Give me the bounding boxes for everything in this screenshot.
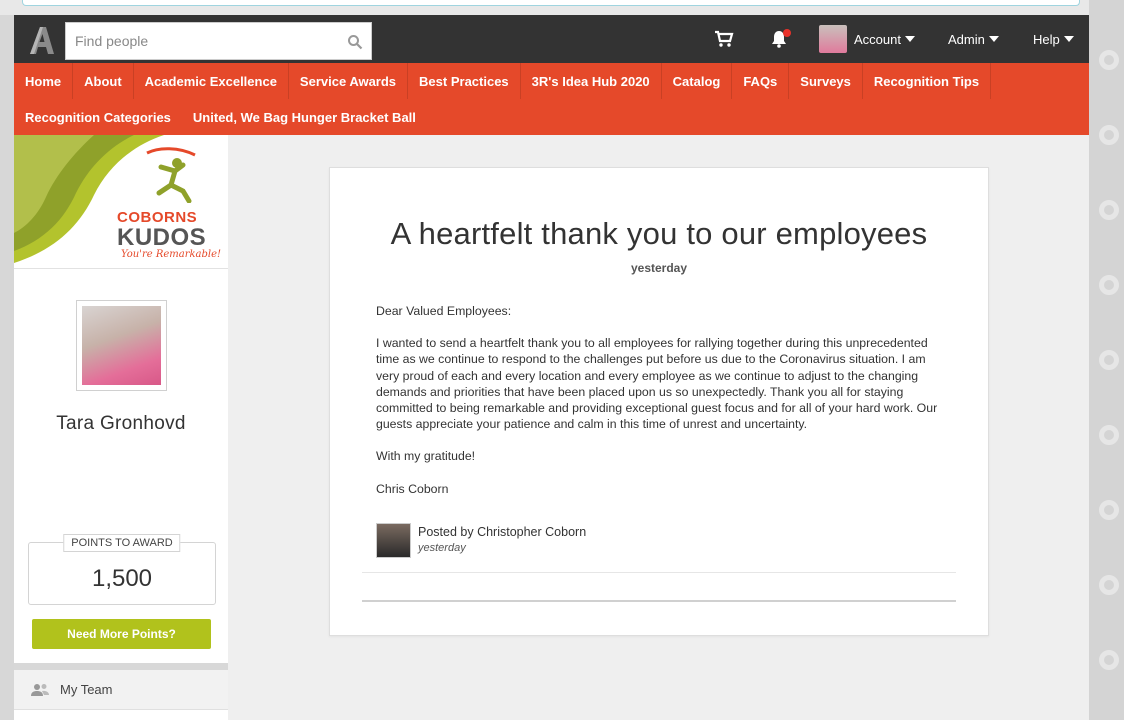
post-date: yesterday (630, 261, 688, 275)
main-nav: Home About Academic Excellence Service A… (14, 63, 1089, 135)
nav-item-recognition-categories[interactable]: Recognition Categories (14, 99, 182, 135)
search-input[interactable] (66, 23, 336, 59)
app-logo-icon[interactable] (28, 25, 56, 55)
post-greeting: Dear Valued Employees: (376, 304, 512, 318)
nav-item-idea-hub[interactable]: 3R's Idea Hub 2020 (521, 63, 662, 99)
need-more-points-button[interactable]: Need More Points? (32, 619, 211, 649)
chevron-down-icon (988, 36, 999, 42)
runner-icon (146, 147, 196, 203)
sidebar-item-my-team[interactable]: My Team (14, 670, 228, 710)
search-icon[interactable] (347, 34, 363, 50)
nav-item-home[interactable]: Home (14, 63, 74, 99)
nav-item-academic-excellence[interactable]: Academic Excellence (134, 63, 289, 99)
avatar (819, 25, 847, 53)
divider (362, 572, 956, 573)
author-date: yesterday (418, 542, 466, 554)
notifications-button[interactable] (770, 15, 796, 63)
brand-logo[interactable]: COBORNS KUDOS You're Remarkable! (14, 135, 228, 269)
post-author: Posted by Christopher Coborn yesterday (376, 523, 586, 558)
nav-item-faqs[interactable]: FAQs (732, 63, 790, 99)
brand-tagline: You're Remarkable! (121, 249, 222, 260)
nav-item-surveys[interactable]: Surveys (789, 63, 863, 99)
author-name: Posted by Christopher Coborn (418, 525, 587, 539)
chevron-down-icon (1063, 36, 1074, 42)
search-box (65, 22, 372, 60)
top-header: Account Admin Help (14, 15, 1089, 63)
top-banner-edge (0, 0, 1089, 15)
profile-photo[interactable] (76, 300, 167, 391)
profile-name[interactable]: Tara Gronhovd (14, 413, 228, 435)
nav-item-catalog[interactable]: Catalog (662, 63, 733, 99)
notification-dot (783, 29, 791, 37)
points-label: POINTS TO AWARD (63, 534, 181, 552)
admin-menu[interactable]: Admin (948, 15, 999, 63)
sidebar-divider (14, 663, 228, 670)
cart-button[interactable] (714, 15, 734, 63)
points-value: 1,500 (91, 565, 153, 592)
nav-item-service-awards[interactable]: Service Awards (289, 63, 409, 99)
post-card: A heartfelt thank you to our employees y… (329, 167, 989, 636)
nav-item-best-practices[interactable]: Best Practices (408, 63, 521, 99)
nav-item-recognition-tips[interactable]: Recognition Tips (863, 63, 992, 99)
admin-label: Admin (948, 31, 985, 47)
brand-name-bottom: KUDOS (117, 224, 207, 251)
divider (362, 600, 956, 602)
account-label: Account (854, 31, 901, 47)
nav-row-1: Home About Academic Excellence Service A… (14, 63, 992, 99)
account-menu[interactable]: Account (819, 15, 915, 63)
sidebar-item-label: My Team (60, 682, 113, 697)
team-icon (31, 683, 49, 696)
post-closing: With my gratitude! (376, 449, 476, 464)
post-signature: Chris Coborn (376, 481, 449, 496)
nav-item-bracket-ball[interactable]: United, We Bag Hunger Bracket Ball (182, 99, 427, 135)
post-title: A heartfelt thank you to our employees (390, 216, 928, 251)
nav-item-about[interactable]: About (73, 63, 134, 99)
help-label: Help (1033, 31, 1060, 47)
points-box: POINTS TO AWARD 1,500 (28, 534, 216, 605)
background-pattern (1089, 0, 1124, 720)
author-avatar[interactable] (376, 523, 411, 558)
sidebar: COBORNS KUDOS You're Remarkable! Tara Gr… (14, 135, 228, 720)
cart-icon (715, 30, 734, 47)
chevron-down-icon (904, 36, 915, 42)
post-body: Dear Valued Employees: I wanted to send … (376, 303, 946, 513)
nav-row-2: Recognition Categories United, We Bag Hu… (14, 99, 427, 135)
post-paragraph: I wanted to send a heartfelt thank you t… (376, 336, 938, 432)
help-menu[interactable]: Help (1033, 15, 1074, 63)
app-frame: Account Admin Help Home About Academic E… (14, 15, 1089, 720)
